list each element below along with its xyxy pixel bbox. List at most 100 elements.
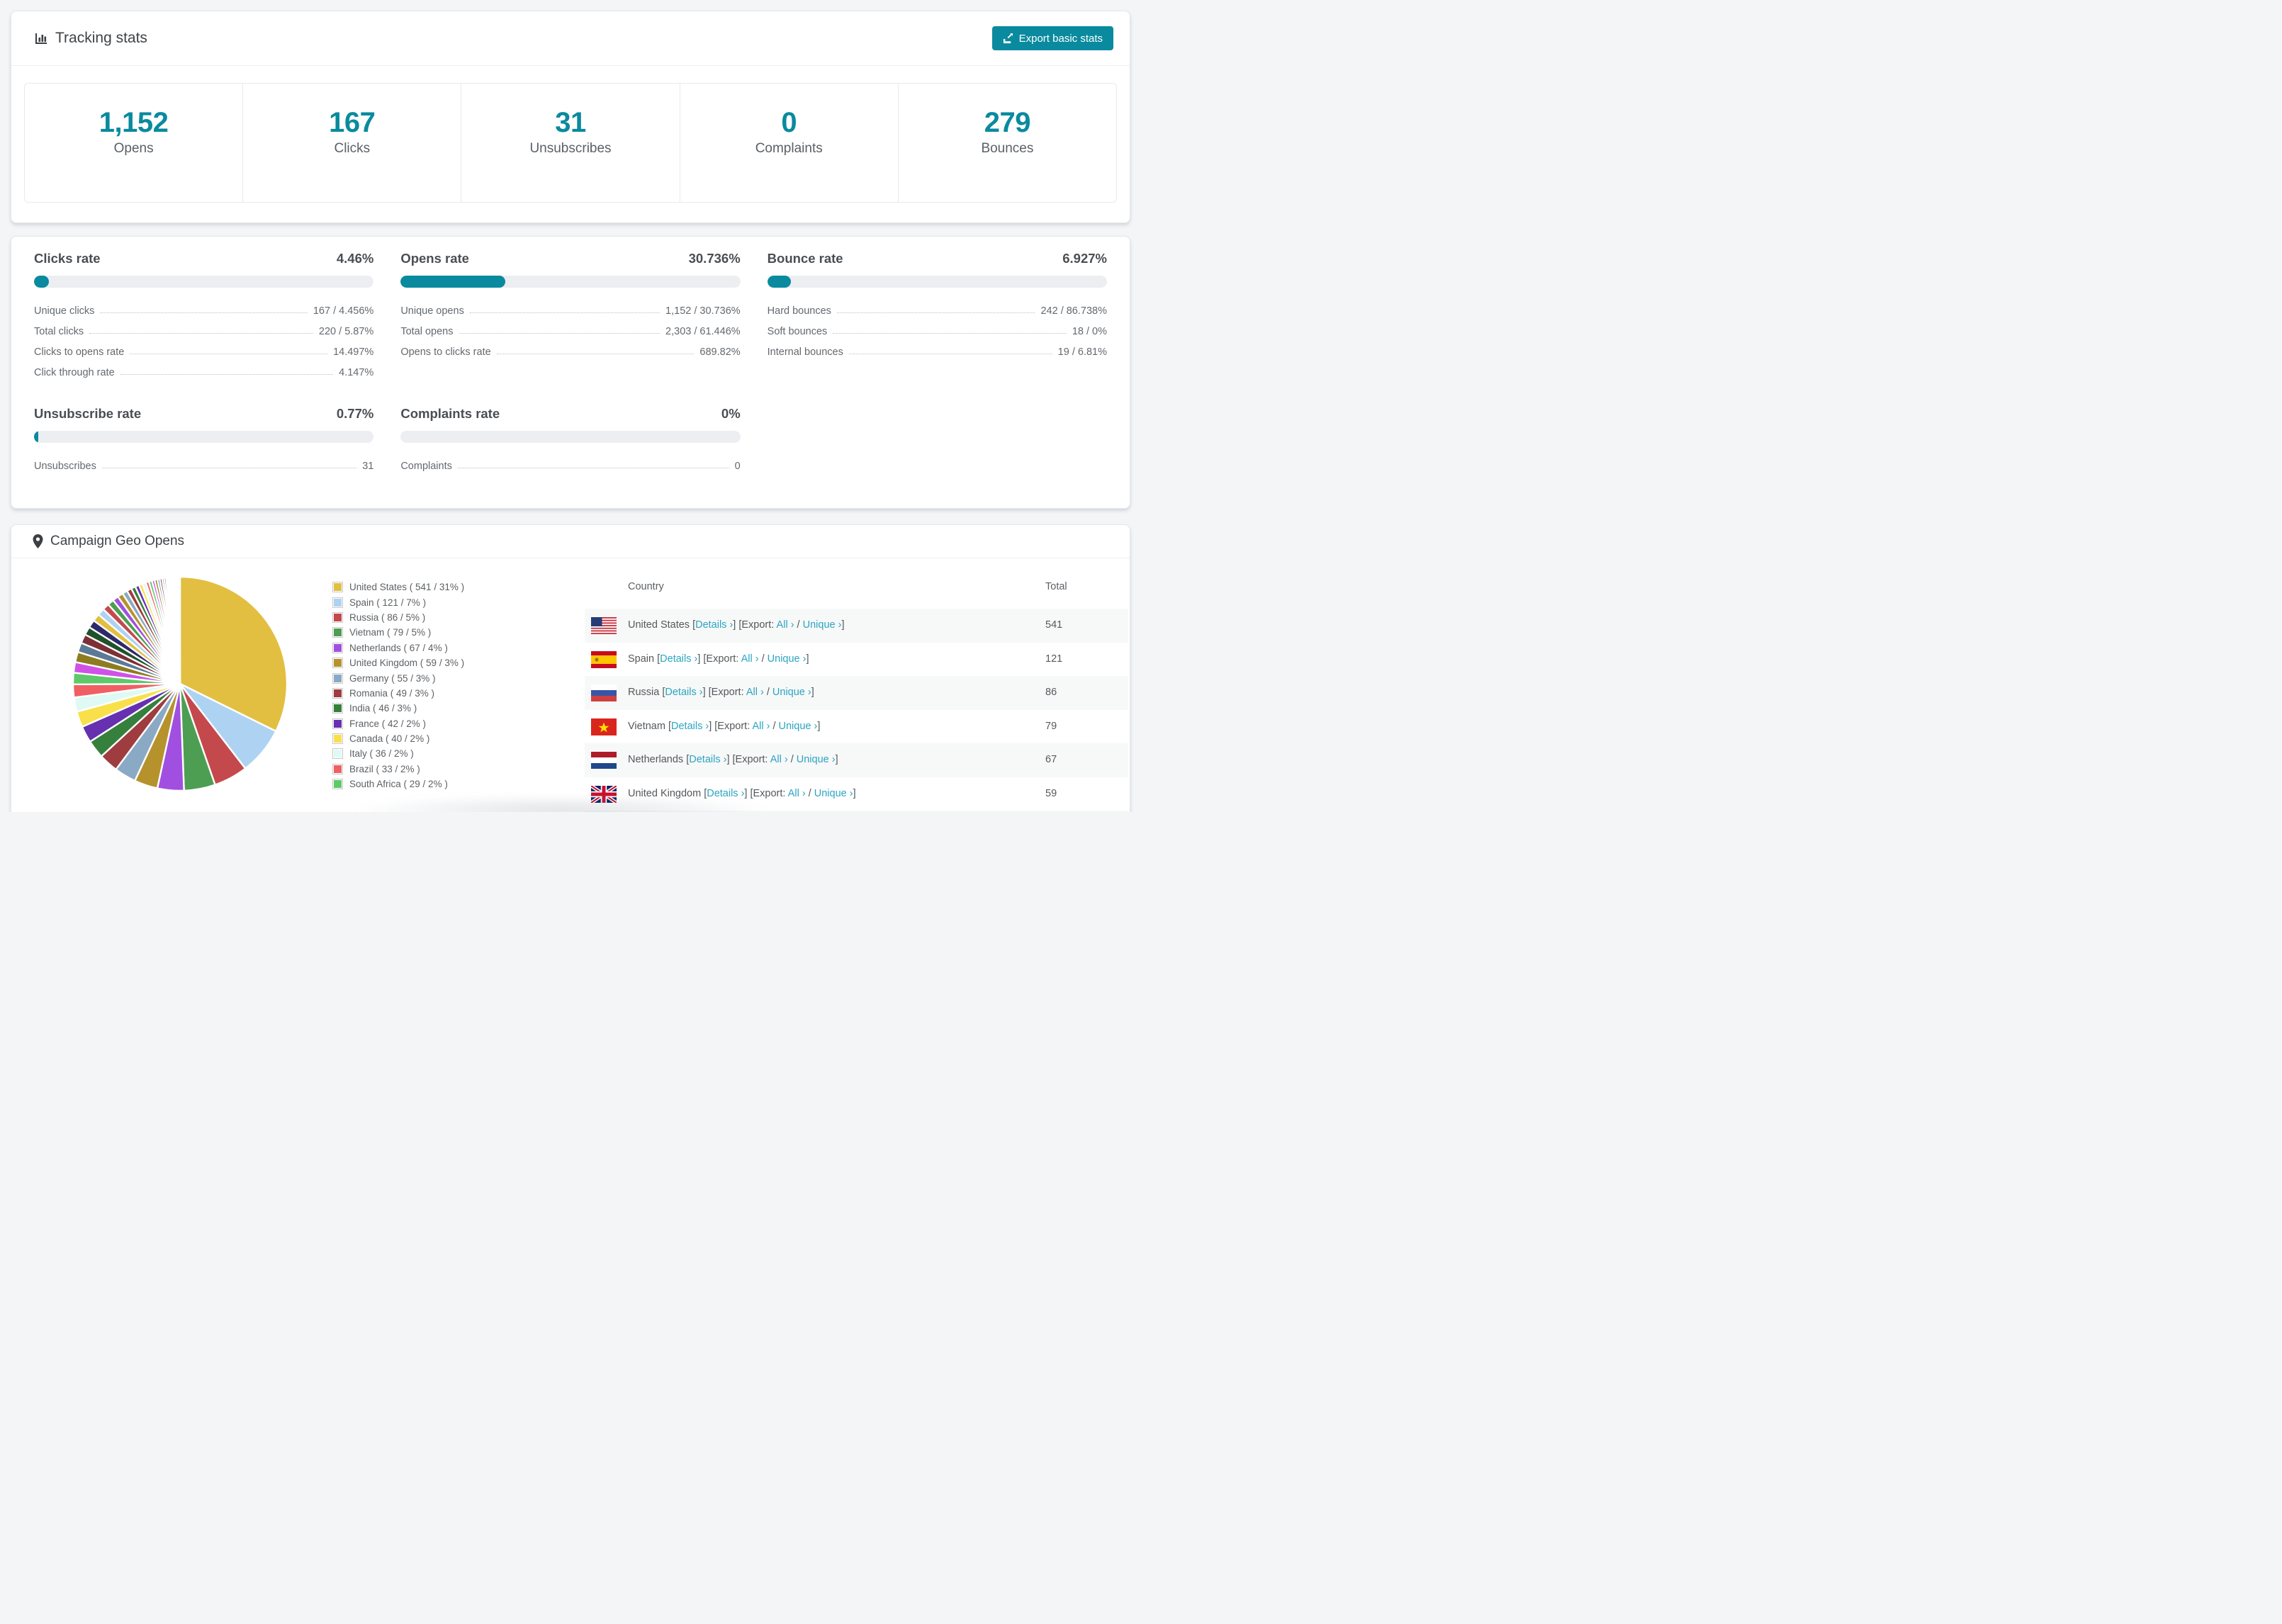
legend-color-chip xyxy=(332,703,343,714)
legend-label: Canada ( 40 / 2% ) xyxy=(349,733,430,745)
progress-fill xyxy=(34,431,38,443)
details-link[interactable]: Details › xyxy=(660,653,697,665)
rate-head: Opens rate 30.736% xyxy=(400,251,740,266)
rate-stat-value: 14.497% xyxy=(333,346,374,358)
map-pin-icon xyxy=(33,534,43,548)
dotted-leader xyxy=(833,333,1067,334)
dotted-leader xyxy=(89,333,313,334)
country-name: Vietnam xyxy=(628,720,668,732)
export-unique-link[interactable]: Unique › xyxy=(779,721,818,732)
details-link[interactable]: Details › xyxy=(695,619,733,631)
progress-fill xyxy=(767,276,791,288)
rate-stat-label: Total opens xyxy=(400,326,454,337)
geo-pie-chart xyxy=(72,575,288,792)
details-link[interactable]: Details › xyxy=(689,754,726,765)
dotted-leader xyxy=(100,312,308,313)
export-all-link[interactable]: All › xyxy=(746,687,764,698)
rate-title: Bounce rate xyxy=(767,251,843,266)
export-unique-link[interactable]: Unique › xyxy=(803,619,842,631)
rate-head: Complaints rate 0% xyxy=(400,406,740,422)
stat-label: Opens xyxy=(113,141,154,156)
geo-table: Country Total United States [Details ›] … xyxy=(585,564,1128,812)
country-cell: Vietnam [Details ›] [Export: All › / Uni… xyxy=(628,710,820,744)
export-all-link[interactable]: All › xyxy=(770,754,788,765)
dotted-leader xyxy=(469,312,661,313)
export-basic-stats-button[interactable]: Export basic stats xyxy=(991,26,1113,50)
total-value: 79 xyxy=(1045,720,1057,732)
rate-value: 6.927% xyxy=(1062,251,1107,266)
stat-label: Bounces xyxy=(981,141,1034,156)
details-link[interactable]: Details › xyxy=(671,721,709,732)
legend-color-chip xyxy=(332,627,343,638)
table-row: Spain [Details ›] [Export: All › / Uniqu… xyxy=(585,643,1128,677)
export-unique-link[interactable]: Unique › xyxy=(814,788,853,799)
export-unique-link[interactable]: Unique › xyxy=(772,687,811,698)
bracket-text: / xyxy=(794,619,803,631)
total-value: 121 xyxy=(1045,653,1063,665)
legend-item: Romania ( 49 / 3% ) xyxy=(332,686,464,701)
rate-stat-value: 689.82% xyxy=(699,346,741,358)
bracket-text: ] [Export: xyxy=(733,619,777,631)
export-all-link[interactable]: All › xyxy=(752,721,770,732)
details-link[interactable]: Details › xyxy=(707,788,744,799)
progress-bar xyxy=(767,276,1107,288)
country-cell: Netherlands [Details ›] [Export: All › /… xyxy=(628,743,838,777)
legend-label: Brazil ( 33 / 2% ) xyxy=(349,763,420,774)
bracket-text: / xyxy=(758,653,768,665)
export-all-link[interactable]: All › xyxy=(777,619,794,631)
flag-icon-gb xyxy=(591,785,617,803)
page-title: Tracking stats xyxy=(55,30,147,46)
bracket-text: ] [Export: xyxy=(702,687,746,698)
export-all-link[interactable]: All › xyxy=(788,788,806,799)
flag-icon-us xyxy=(591,617,617,634)
rate-stat-value: 167 / 4.456% xyxy=(313,305,374,317)
flag-icon-es xyxy=(591,650,617,668)
legend-label: Russia ( 86 / 5% ) xyxy=(349,611,426,623)
legend-color-chip xyxy=(332,779,343,790)
pie-slice xyxy=(179,575,181,684)
tracking-stats-body: 1,152 Opens 167 Clicks 31 Unsubscribes 0 Compla… xyxy=(11,66,1130,222)
rate-stat-value: 18 / 0% xyxy=(1072,326,1107,337)
legend-color-chip xyxy=(332,658,343,669)
rate-head: Unsubscribe rate 0.77% xyxy=(34,406,373,422)
progress-fill xyxy=(400,276,505,288)
rate-stat-value: 31 xyxy=(362,461,374,472)
rate-stat-row: Clicks to opens rate 14.497% xyxy=(34,341,373,361)
bracket-text: ] xyxy=(811,687,814,698)
legend-color-chip xyxy=(332,582,343,593)
rate-stat-label: Clicks to opens rate xyxy=(34,346,125,358)
legend-label: Romania ( 49 / 3% ) xyxy=(349,687,435,699)
bracket-text: ] xyxy=(841,619,845,631)
total-value: 59 xyxy=(1045,787,1057,799)
progress-bar xyxy=(400,431,741,443)
rate-stat-row: Click through rate 4.147% xyxy=(34,361,373,382)
country-name: United States xyxy=(628,619,693,631)
legend-item: Russia ( 86 / 5% ) xyxy=(332,610,464,625)
progress-bar xyxy=(34,276,374,288)
dotted-leader xyxy=(120,374,334,375)
progress-bar xyxy=(400,276,741,288)
rate-head: Bounce rate 6.927% xyxy=(768,251,1107,266)
table-row: United Kingdom [Details ›] [Export: All … xyxy=(585,777,1128,811)
export-all-link[interactable]: All › xyxy=(741,653,759,665)
rate-stat-label: Click through rate xyxy=(34,367,115,378)
table-row: Vietnam [Details ›] [Export: All › / Uni… xyxy=(585,710,1128,744)
progress-bar xyxy=(34,431,374,443)
tracking-stats-header: Tracking stats Export basic stats xyxy=(11,11,1130,66)
rate-block: Complaints rate 0% Complaints 0 xyxy=(400,406,741,475)
legend-color-chip xyxy=(332,672,343,684)
bracket-text: ] [Export: xyxy=(709,720,753,732)
total-value: 86 xyxy=(1045,687,1057,698)
flag-icon-nl xyxy=(591,752,617,769)
rate-stat-label: Total clicks xyxy=(34,326,84,337)
export-unique-link[interactable]: Unique › xyxy=(797,754,836,765)
rate-stat-label: Soft bounces xyxy=(767,326,828,337)
table-row: United States [Details ›] [Export: All ›… xyxy=(585,609,1128,643)
details-link[interactable]: Details › xyxy=(665,687,702,698)
rate-title: Opens rate xyxy=(400,251,469,266)
total-column-header: Total xyxy=(1045,580,1067,592)
country-cell: Russia [Details ›] [Export: All › / Uniq… xyxy=(628,676,814,710)
export-unique-link[interactable]: Unique › xyxy=(768,653,806,665)
stat-label: Clicks xyxy=(334,141,371,156)
bracket-text: / xyxy=(763,687,772,698)
